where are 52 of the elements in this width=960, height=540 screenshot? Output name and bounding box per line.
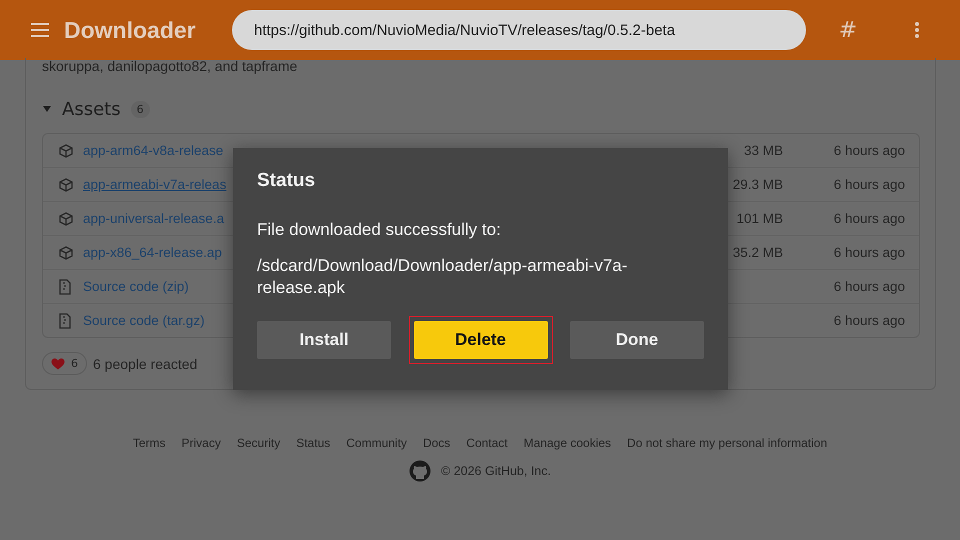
dialog-button[interactable]: Install	[257, 321, 391, 359]
timestamp: 6 hours ago	[832, 245, 905, 260]
file-size: 29.3 MB	[732, 177, 783, 192]
footer-link[interactable]: Do not share my personal information	[627, 436, 828, 450]
copyright-text: © 2026 GitHub, Inc.	[441, 464, 551, 478]
package-icon	[59, 144, 73, 158]
footer-link[interactable]: Contact	[466, 436, 508, 450]
app-logo: Downloader	[64, 16, 197, 44]
asset-link[interactable]: Source code (zip)	[83, 279, 189, 294]
hash-button[interactable]: #	[838, 18, 858, 42]
footer-link[interactable]: Terms	[132, 436, 166, 450]
timestamp: 6 hours ago	[832, 177, 905, 192]
collapse-icon[interactable]	[42, 104, 52, 114]
file-path-text: /sdcard/Download/Downloader/app-armeabi-v7a-release.apk	[257, 255, 628, 299]
assets-heading: Assets	[62, 98, 121, 120]
dialog-button[interactable]: Delete	[414, 321, 548, 359]
footer-link[interactable]: Manage cookies	[524, 436, 612, 450]
reaction-count: 6	[71, 357, 78, 370]
heart-icon	[51, 358, 65, 370]
timestamp: 6 hours ago	[832, 279, 905, 294]
archive-file-icon	[59, 278, 71, 294]
footer-link[interactable]: Status	[296, 436, 330, 450]
asset-link[interactable]: app-x86_64-release.ap	[83, 245, 222, 260]
dialog-button[interactable]: Done	[570, 321, 704, 359]
file-size: 35.2 MB	[732, 245, 783, 260]
contributors-text: skoruppa, danilopagotto82, and tapframe	[42, 58, 298, 74]
count-badge: 6	[130, 100, 150, 118]
package-icon	[59, 178, 73, 192]
footer-link[interactable]: Community	[346, 436, 407, 450]
footer-link[interactable]: Security	[236, 436, 280, 450]
timestamp: 6 hours ago	[832, 211, 905, 226]
asset-link[interactable]: Source code (tar.gz)	[83, 313, 205, 328]
footer-link[interactable]: Docs	[422, 436, 450, 450]
reaction-button[interactable]: 6	[42, 352, 87, 375]
file-size: 101 MB	[735, 211, 783, 226]
archive-file-icon	[59, 312, 71, 328]
url-field[interactable]: https://github.com/NuvioMedia/NuvioTV/releases/tag/0.5.2-beta	[232, 10, 806, 50]
asset-link[interactable]: app-universal-release.a	[83, 211, 224, 226]
file-size: 33 MB	[742, 143, 783, 158]
octocat-logo-icon	[409, 460, 432, 482]
dialog-title: Status	[257, 170, 316, 192]
asset-link[interactable]: app-arm64-v8a-release	[83, 143, 224, 158]
package-icon	[59, 246, 73, 260]
menu-icon[interactable]	[30, 22, 50, 38]
footer-link[interactable]: Privacy	[182, 436, 221, 450]
dialog-message: File downloaded successfully to:	[257, 219, 502, 241]
package-icon	[59, 212, 73, 226]
timestamp: 6 hours ago	[832, 143, 905, 158]
asset-link[interactable]: app-armeabi-v7a-releas	[83, 177, 226, 192]
more-icon[interactable]	[914, 21, 920, 39]
reactions-text: 6 people reacted	[93, 356, 198, 372]
timestamp: 6 hours ago	[832, 313, 905, 328]
